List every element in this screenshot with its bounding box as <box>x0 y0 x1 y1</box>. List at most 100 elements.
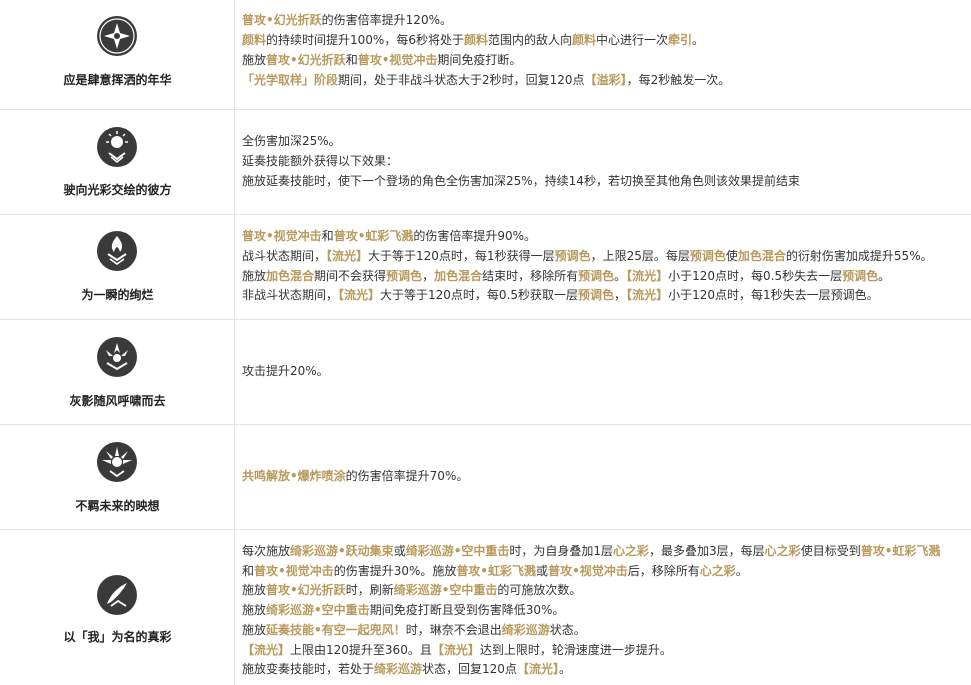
chain-name: 应是肆意挥洒的年华 <box>63 73 172 87</box>
desc-text: 的持续时间提升100%，每6秒将处于 <box>266 33 464 47</box>
desc-text: 后，移除所有 <box>627 564 700 578</box>
highlight-term: 普攻•虹彩飞溅 <box>860 544 941 558</box>
desc-line: 普攻•视觉冲击和普攻•虹彩飞溅的伤害倍率提升90%。 <box>242 227 536 247</box>
highlight-term: 【流光】 <box>626 288 669 302</box>
chain-name: 灰影随风呼啸而去 <box>69 394 166 408</box>
desc-line: 战斗状态期间，【流光】大于等于120点时，每1秒获得一层预调色，上限25层。每层… <box>242 247 933 267</box>
desc-text: 施放 <box>242 53 267 67</box>
desc-text: 每次施放 <box>242 544 291 558</box>
desc-text: 范围内的敌人向 <box>487 33 572 47</box>
desc-text: 使 <box>725 249 738 263</box>
chain-name: 以「我」为名的真彩 <box>63 630 172 644</box>
desc-text: 时，琳奈不会退出 <box>405 623 502 637</box>
desc-text: 施放 <box>242 603 267 617</box>
desc-text: 状态，回复120点 <box>422 662 517 676</box>
chain-description: 攻击提升20%。 <box>242 320 971 424</box>
highlight-term: 【流光】 <box>326 249 369 263</box>
radiant-star-icon <box>96 15 138 57</box>
highlight-term: 【流光】 <box>626 269 669 283</box>
highlight-term: 共鸣解放•爆炸喷涂 <box>242 469 346 483</box>
desc-text: 。 <box>878 269 891 283</box>
desc-line: 施放延奏技能时，使下一个登场的角色全伤害加深25%，持续14秒，若切换至其他角色… <box>242 172 800 192</box>
desc-line: 每次施放绮彩巡游•跃动集束或绮彩巡游•空中重击时，为自身叠加1层心之彩，最多叠加… <box>242 542 940 562</box>
desc-text: ，每2秒触发一次。 <box>626 73 731 87</box>
desc-text: 施放 <box>242 269 267 283</box>
desc-text: 的伤害倍率提升120%。 <box>321 13 452 27</box>
desc-text: 非战斗状态期间， <box>242 288 339 302</box>
desc-text: 期间免疫打断且受到伤害降低30%。 <box>369 603 565 617</box>
desc-line: 和普攻•视觉冲击的伤害提升30%。施放普攻•虹彩飞溅或普攻•视觉冲击后，移除所有… <box>242 562 748 582</box>
highlight-term: 心之彩 <box>699 564 736 578</box>
desc-text: 期间，处于非战斗状态大于2秒时，回复120点 <box>338 73 585 87</box>
desc-text: ， <box>614 288 627 302</box>
highlight-term: 普攻•视觉冲击 <box>357 53 438 67</box>
chain-row-5: 不羁未来的映想 共鸣解放•爆炸喷涂的伤害倍率提升70%。 <box>0 425 971 530</box>
desc-text: 状态。 <box>549 623 586 637</box>
chain-description: 共鸣解放•爆炸喷涂的伤害倍率提升70%。 <box>242 425 971 529</box>
desc-text: 大于等于120点时，每0.5秒获取一层 <box>380 288 579 302</box>
winged-sun-icon <box>96 441 138 483</box>
desc-text: 施放 <box>242 623 267 637</box>
chain-description: 每次施放绮彩巡游•跃动集束或绮彩巡游•空中重击时，为自身叠加1层心之彩，最多叠加… <box>242 530 971 685</box>
highlight-term: 预调色 <box>578 288 615 302</box>
desc-text: 小于120点时，每0.5秒失去一层 <box>668 269 843 283</box>
desc-line: 【流光】上限由120提升至360。且【流光】达到上限时，轮滑速度进一步提升。 <box>242 641 672 661</box>
highlight-term: 【流光】 <box>242 643 291 657</box>
desc-text: 小于120点时，每1秒失去一层预调色。 <box>668 288 879 302</box>
flame-chevron-icon <box>96 230 138 272</box>
crown-burst-icon <box>96 336 138 378</box>
highlight-term: 绮彩巡游•空中重击 <box>266 603 370 617</box>
highlight-term: 延奏技能•有空一起兜风！ <box>266 623 406 637</box>
highlight-term: 预调色 <box>554 249 591 263</box>
desc-text: 达到上限时，轮滑速度进一步提升。 <box>479 643 672 657</box>
desc-line: 共鸣解放•爆炸喷涂的伤害倍率提升70%。 <box>242 467 468 487</box>
desc-text: 或 <box>536 564 549 578</box>
desc-line: 攻击提升20%。 <box>242 362 329 382</box>
desc-text: 使目标受到 <box>800 544 861 558</box>
desc-line: 「光学取样」阶段期间，处于非战斗状态大于2秒时，回复120点【溢彩】，每2秒触发… <box>242 71 730 91</box>
highlight-term: 预调色 <box>578 269 615 283</box>
desc-line: 施放普攻•幻光折跃时，刷新绮彩巡游•空中重击的可施放次数。 <box>242 581 581 601</box>
highlight-term: 普攻•虹彩飞溅 <box>456 564 537 578</box>
chain-name-cell: 灰影随风呼啸而去 <box>0 320 235 424</box>
highlight-term: 预调色 <box>689 249 726 263</box>
desc-text: 和 <box>345 53 358 67</box>
desc-text: 和 <box>321 229 334 243</box>
desc-line: 施放延奏技能•有空一起兜风！时，琳奈不会退出绮彩巡游状态。 <box>242 621 586 641</box>
chain-name-cell: 不羁未来的映想 <box>0 425 235 529</box>
desc-text: 结束时，移除所有 <box>482 269 579 283</box>
desc-text: 延奏技能额外获得以下效果： <box>242 154 399 168</box>
chain-name-cell: 以「我」为名的真彩 <box>0 530 235 685</box>
desc-text: 大于等于120点时，每1秒获得一层 <box>368 249 555 263</box>
desc-text: 。 <box>735 564 748 578</box>
highlight-term: 【溢彩】 <box>584 73 627 87</box>
highlight-term: 普攻•视觉冲击 <box>254 564 334 578</box>
highlight-term: 【流光】 <box>338 288 381 302</box>
desc-line: 全伤害加深25%。 <box>242 132 341 152</box>
desc-text: ，上限25层。每层 <box>590 249 690 263</box>
desc-line: 施放普攻•幻光折跃和普攻•视觉冲击期间免疫打断。 <box>242 51 521 71</box>
highlight-term: 加色混合 <box>737 249 786 263</box>
chain-row-2: 驶向光彩交绘的彼方 全伤害加深25%。 延奏技能额外获得以下效果： 施放延奏技能… <box>0 110 971 215</box>
desc-text: 的衍射伤害加成提升55%。 <box>785 249 933 263</box>
desc-text: 施放延奏技能时，使下一个登场的角色全伤害加深25%，持续14秒，若切换至其他角色… <box>242 174 800 188</box>
desc-text: 战斗状态期间， <box>242 249 327 263</box>
resonance-chain-table: 应是肆意挥洒的年华 普攻•幻光折跃的伤害倍率提升120%。 颜料的持续时间提升1… <box>0 0 971 685</box>
chain-description: 全伤害加深25%。 延奏技能额外获得以下效果： 施放延奏技能时，使下一个登场的角… <box>242 110 971 214</box>
chain-name-cell: 为一瞬的绚烂 <box>0 215 235 319</box>
desc-text: 和 <box>242 564 255 578</box>
highlight-term: 「光学取样」阶段 <box>242 73 339 87</box>
highlight-term: 普攻•虹彩飞溅 <box>333 229 414 243</box>
desc-line: 普攻•幻光折跃的伤害倍率提升120%。 <box>242 11 452 31</box>
highlight-term: 加色混合 <box>266 269 315 283</box>
desc-text: 的伤害倍率提升90%。 <box>413 229 537 243</box>
highlight-term: 颜料 <box>242 33 267 47</box>
highlight-term: 预调色 <box>386 269 423 283</box>
sun-chevron-icon <box>96 126 138 168</box>
highlight-term: 心之彩 <box>613 544 650 558</box>
desc-text: 时，为自身叠加1层 <box>509 544 614 558</box>
desc-text: 。 <box>614 269 627 283</box>
desc-text: ， <box>422 269 435 283</box>
desc-text: 中心进行一次 <box>596 33 669 47</box>
desc-line: 延奏技能额外获得以下效果： <box>242 152 398 172</box>
